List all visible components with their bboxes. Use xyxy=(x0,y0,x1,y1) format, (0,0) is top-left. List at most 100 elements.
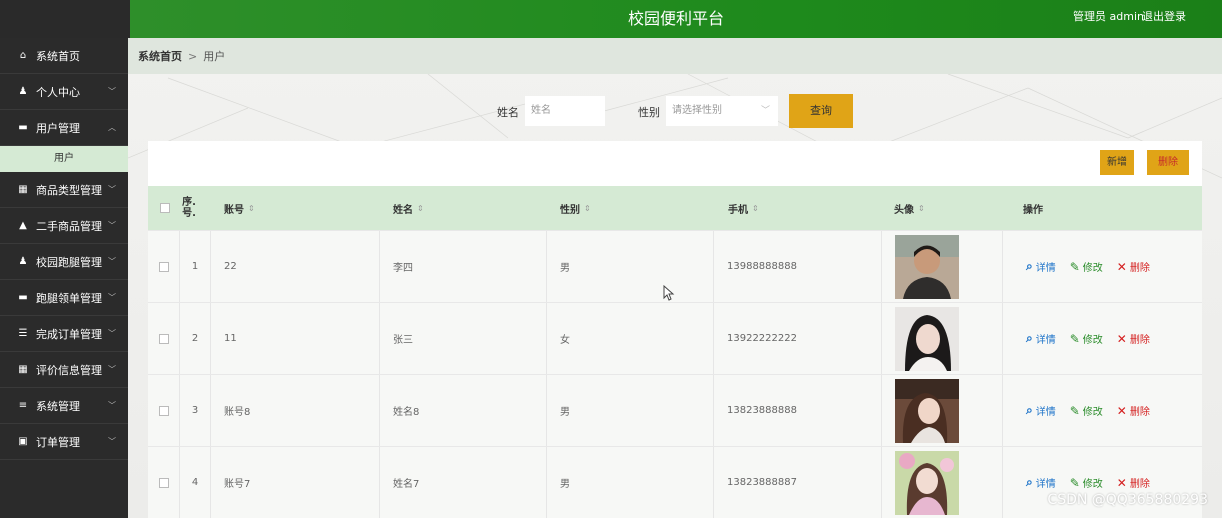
query-button[interactable]: 查询 xyxy=(789,94,853,128)
table-row: 2 11 张三 女 13922222222 ⌕ 详情 ✎ 修改 ✕ 删除 xyxy=(148,302,1202,374)
pencil-icon: ✎ xyxy=(1069,403,1080,418)
batch-delete-button[interactable]: 删除 xyxy=(1147,150,1189,175)
sidebar-item-label: 完成订单管理 xyxy=(36,327,102,341)
row-phone: 13922222222 xyxy=(714,303,882,374)
row-checkbox[interactable] xyxy=(158,261,169,272)
detail-button[interactable]: ⌕ 详情 xyxy=(1026,403,1056,418)
detail-button[interactable]: ⌕ 详情 xyxy=(1026,475,1056,490)
row-checkbox-cell xyxy=(148,303,180,374)
search-icon: ⌕ xyxy=(1026,403,1033,417)
header-index: 序.号. xyxy=(182,197,196,219)
header-gender-label: 性别 xyxy=(560,204,580,216)
search-icon: ⌕ xyxy=(1026,331,1033,345)
table-row: 4 账号7 姓名7 男 13823888887 ⌕ 详情 ✎ 修改 ✕ 删除 xyxy=(148,446,1202,518)
row-gender: 男 xyxy=(547,231,714,302)
detail-button[interactable]: ⌕ 详情 xyxy=(1026,259,1056,274)
sort-icon: ⇕ xyxy=(918,203,925,213)
table-row: 3 账号8 姓名8 男 13823888888 ⌕ 详情 ✎ 修改 ✕ 删除 xyxy=(148,374,1202,446)
name-input[interactable]: 姓名 xyxy=(525,96,605,126)
avatar[interactable] xyxy=(895,306,959,371)
clipboard-icon: ▣ xyxy=(18,436,28,447)
grid-icon: ▦ xyxy=(18,184,28,195)
monitor-icon: ▬ xyxy=(18,122,28,133)
close-icon: ✕ xyxy=(1116,403,1127,418)
sort-icon: ⇕ xyxy=(248,203,255,213)
sidebar-item-order-management[interactable]: ▣ 订单管理 ﹀ xyxy=(0,424,128,460)
sidebar-item-home[interactable]: ⌂ 系统首页 xyxy=(0,38,128,74)
close-icon: ✕ xyxy=(1116,259,1127,274)
row-account: 22 xyxy=(211,231,380,302)
breadcrumb-separator: > xyxy=(188,49,198,63)
delete-label: 删除 xyxy=(1129,479,1150,490)
row-actions: ⌕ 详情 ✎ 修改 ✕ 删除 xyxy=(1003,303,1202,374)
add-button[interactable]: 新增 xyxy=(1100,150,1134,175)
row-account: 11 xyxy=(211,303,380,374)
sidebar-item-label: 商品类型管理 xyxy=(36,183,102,197)
avatar[interactable] xyxy=(895,450,959,515)
row-index: 3 xyxy=(180,375,211,446)
mouse-cursor-icon xyxy=(663,285,675,301)
close-icon: ✕ xyxy=(1116,331,1127,346)
breadcrumb: 系统首页 > 用户 xyxy=(128,38,1222,74)
delete-label: 删除 xyxy=(1129,263,1150,274)
sidebar-subitem-users[interactable]: 用户 xyxy=(0,146,128,172)
sidebar-item-completed-order-management[interactable]: ☰ 完成订单管理 ﹀ xyxy=(0,316,128,352)
chevron-down-icon: ﹀ xyxy=(760,106,770,116)
sidebar-item-review-management[interactable]: ▦ 评价信息管理 ﹀ xyxy=(0,352,128,388)
grid-icon: ▦ xyxy=(18,364,28,375)
header-phone[interactable]: 手机 ⇕ xyxy=(728,186,888,230)
row-checkbox[interactable] xyxy=(158,477,169,488)
edit-button[interactable]: ✎ 修改 xyxy=(1070,259,1103,275)
delete-button[interactable]: ✕ 删除 xyxy=(1116,403,1150,419)
delete-button[interactable]: ✕ 删除 xyxy=(1116,475,1150,491)
row-gender: 女 xyxy=(547,303,714,374)
chevron-up-icon: ︿ xyxy=(108,123,116,132)
edit-label: 修改 xyxy=(1082,407,1103,418)
row-phone: 13823888887 xyxy=(714,447,882,518)
delete-label: 删除 xyxy=(1129,335,1150,346)
edit-button[interactable]: ✎ 修改 xyxy=(1069,403,1103,419)
sidebar-item-second-hand-management[interactable]: ▲ 二手商品管理 ﹀ xyxy=(0,208,128,244)
row-name: 姓名8 xyxy=(380,375,547,446)
breadcrumb-home[interactable]: 系统首页 xyxy=(138,48,182,64)
top-bar: 校园便利平台 管理员 admin 退出登录 xyxy=(130,0,1222,38)
row-gender: 男 xyxy=(547,447,714,518)
gender-select[interactable]: 请选择性别 ﹀ xyxy=(666,96,778,126)
row-checkbox[interactable] xyxy=(158,333,169,344)
close-icon: ✕ xyxy=(1116,475,1127,490)
sidebar-item-product-type-management[interactable]: ▦ 商品类型管理 ﹀ xyxy=(0,172,128,208)
edit-button[interactable]: ✎ 修改 xyxy=(1070,331,1103,347)
edit-label: 修改 xyxy=(1082,263,1103,274)
edit-label: 修改 xyxy=(1082,335,1103,346)
sidebar-item-system-management[interactable]: ≡ 系统管理 ﹀ xyxy=(0,388,128,424)
sidebar-item-label: 系统首页 xyxy=(36,49,80,63)
avatar[interactable] xyxy=(895,234,959,299)
delete-label: 删除 xyxy=(1129,407,1150,418)
chevron-down-icon: ﹀ xyxy=(108,221,116,230)
edit-button[interactable]: ✎ 修改 xyxy=(1070,475,1103,491)
sidebar-item-user-management[interactable]: ▬ 用户管理 ︿ xyxy=(0,110,128,146)
avatar[interactable] xyxy=(895,378,959,443)
sidebar-item-personal-center[interactable]: ♟ 个人中心 ﹀ xyxy=(0,74,128,110)
row-checkbox[interactable] xyxy=(158,405,169,416)
header-actions: 操作 xyxy=(1023,204,1043,216)
header-avatar[interactable]: 头像 ⇕ xyxy=(894,186,1014,230)
header-gender[interactable]: 性别 ⇕ xyxy=(560,186,720,230)
header-account[interactable]: 账号 ⇕ xyxy=(224,186,384,230)
sidebar-item-label: 用户管理 xyxy=(36,121,80,135)
chevron-down-icon: ﹀ xyxy=(108,437,116,446)
users-table: 序.号. 账号 ⇕ 姓名 ⇕ 性别 ⇕ 手机 ⇕ 头像 ⇕ 操作 1 22 李四… xyxy=(148,186,1202,518)
delete-button[interactable]: ✕ 删除 xyxy=(1116,331,1150,347)
sidebar-item-errand-management[interactable]: ♟ 校园跑腿管理 ﹀ xyxy=(0,244,128,280)
logout-link[interactable]: 退出登录 xyxy=(1142,0,1186,34)
select-all-checkbox[interactable] xyxy=(160,203,170,213)
header-phone-label: 手机 xyxy=(728,204,748,216)
sidebar: ⌂ 系统首页 ♟ 个人中心 ﹀ ▬ 用户管理 ︿ 用户 ▦ 商品类型管理 ﹀ ▲… xyxy=(0,38,128,518)
delete-button[interactable]: ✕ 删除 xyxy=(1116,259,1150,275)
sidebar-item-errand-order-management[interactable]: ▬ 跑腿领单管理 ﹀ xyxy=(0,280,128,316)
user-icon: ♟ xyxy=(18,86,28,97)
row-avatar-cell xyxy=(882,303,1003,374)
row-checkbox-cell xyxy=(148,447,180,518)
header-name[interactable]: 姓名 ⇕ xyxy=(393,186,553,230)
detail-button[interactable]: ⌕ 详情 xyxy=(1026,331,1056,346)
